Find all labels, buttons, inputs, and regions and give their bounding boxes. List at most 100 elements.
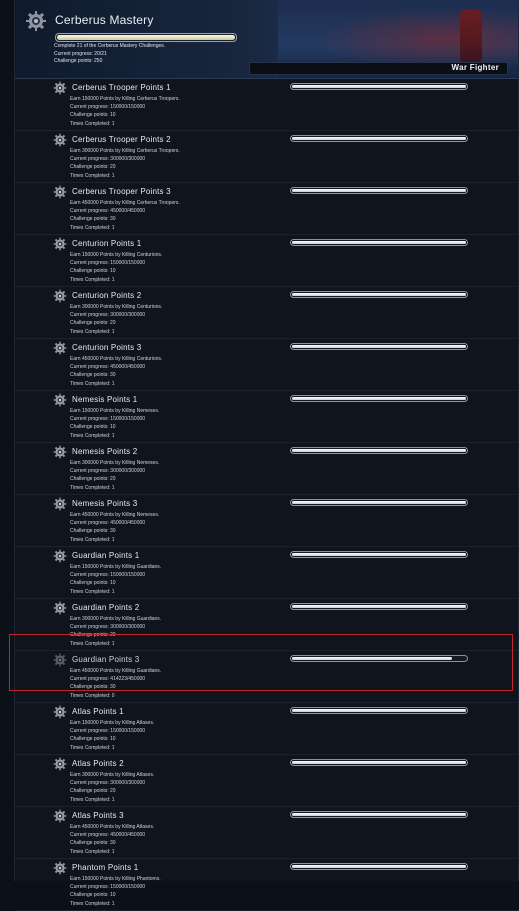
challenge-points: Challenge points: 30 (70, 684, 116, 691)
challenge-row[interactable]: Atlas Points 3 Earn 450000 Points by Kill… (15, 807, 518, 859)
challenge-row[interactable]: Centurion Points 2 Earn 300000 Points by … (15, 287, 518, 339)
challenge-row[interactable]: Atlas Points 1 Earn 150000 Points by Kill… (15, 703, 518, 755)
challenge-points: Challenge points: 10 (70, 580, 116, 587)
challenge-current-progress: Current progress: 450000/450000 (70, 520, 146, 527)
challenge-details: Earn 150000 Points by Killing Atlases. Cu… (70, 719, 154, 752)
challenge-row[interactable]: Guardian Points 3 Earn 450000 Points by K… (15, 651, 518, 703)
gear-badge-icon (53, 653, 67, 667)
challenge-current-progress: Current progress: 300000/300000 (70, 780, 146, 787)
challenge-description: Earn 150000 Points by Killing Cerberus T… (70, 96, 180, 102)
challenge-points: Challenge points: 30 (70, 840, 116, 847)
challenge-description: Earn 300000 Points by Killing Nemeses. (70, 460, 160, 466)
gear-badge-icon (53, 497, 67, 511)
challenge-progress-bar (290, 83, 468, 90)
challenge-times-completed: Times Completed: 0 (70, 692, 115, 699)
challenge-row[interactable]: Guardian Points 2 Earn 300000 Points by K… (15, 599, 518, 651)
challenge-row[interactable]: Cerberus Trooper Points 3 Earn 450000 Poi… (15, 183, 518, 235)
challenge-name: Atlas Points 3 (72, 811, 124, 820)
challenge-row[interactable]: Nemesis Points 2 Earn 300000 Points by Ki… (15, 443, 518, 495)
challenge-times-completed: Times Completed: 1 (70, 484, 115, 491)
challenge-name: Centurion Points 2 (72, 291, 142, 300)
challenge-row[interactable]: Atlas Points 2 Earn 300000 Points by Kill… (15, 755, 518, 807)
challenge-name: Centurion Points 3 (72, 343, 142, 352)
challenge-points: Challenge points: 10 (70, 424, 116, 431)
challenge-points: Challenge points: 10 (70, 892, 116, 899)
challenge-current-progress: Current progress: 300000/300000 (70, 468, 146, 475)
challenge-description: Earn 300000 Points by Killing Cerberus T… (70, 148, 180, 154)
gear-badge-icon (53, 289, 67, 303)
challenge-points: Challenge points: 10 (70, 112, 116, 119)
challenge-current-progress: Current progress: 150000/150000 (70, 104, 146, 111)
challenge-details: Earn 450000 Points by Killing Atlases. Cu… (70, 823, 154, 856)
challenge-description: Earn 450000 Points by Killing Nemeses. (70, 512, 160, 518)
challenge-times-completed: Times Completed: 1 (70, 224, 115, 231)
challenge-points: Challenge points: 20 (70, 632, 116, 639)
challenge-progress-bar (290, 135, 468, 142)
mastery-current-progress: Current progress: 20/21 (54, 50, 107, 57)
challenge-details: Earn 300000 Points by Killing Cerberus T… (70, 147, 180, 180)
mastery-header: Cerberus Mastery Complete 21 of the Cerb… (15, 0, 518, 79)
challenge-times-completed: Times Completed: 1 (70, 328, 115, 335)
challenge-name: Guardian Points 1 (72, 551, 140, 560)
challenge-row[interactable]: Centurion Points 1 Earn 150000 Points by … (15, 235, 518, 287)
challenge-current-progress: Current progress: 300000/300000 (70, 312, 146, 319)
category-tab[interactable]: War Fighter (249, 62, 508, 75)
challenge-times-completed: Times Completed: 1 (70, 796, 115, 803)
challenge-points: Challenge points: 20 (70, 788, 116, 795)
challenge-name: Atlas Points 1 (72, 707, 124, 716)
challenge-details: Earn 150000 Points by Killing Cerberus T… (70, 95, 180, 128)
challenge-progress-bar (290, 499, 468, 506)
challenge-times-completed: Times Completed: 1 (70, 848, 115, 855)
challenge-name: Nemesis Points 1 (72, 395, 138, 404)
challenge-points: Challenge points: 20 (70, 320, 116, 327)
challenge-times-completed: Times Completed: 1 (70, 744, 115, 751)
challenge-row[interactable]: Nemesis Points 1 Earn 150000 Points by Ki… (15, 391, 518, 443)
challenge-points: Challenge points: 10 (70, 736, 116, 743)
challenge-times-completed: Times Completed: 1 (70, 536, 115, 543)
challenge-row[interactable]: Guardian Points 1 Earn 150000 Points by K… (15, 547, 518, 599)
gear-badge-icon (53, 705, 67, 719)
challenge-details: Earn 450000 Points by Killing Guardians.… (70, 667, 161, 700)
challenge-progress-bar (290, 759, 468, 766)
challenge-row[interactable]: Centurion Points 3 Earn 450000 Points by … (15, 339, 518, 391)
category-tab-label: War Fighter (451, 63, 499, 72)
challenge-details: Earn 300000 Points by Killing Centurions… (70, 303, 162, 336)
mastery-progress-bar (55, 33, 237, 42)
challenge-description: Earn 450000 Points by Killing Centurions… (70, 356, 163, 362)
challenge-panel: Cerberus Mastery Complete 21 of the Cerb… (14, 0, 519, 911)
challenge-name: Cerberus Trooper Points 1 (72, 83, 171, 92)
challenge-description: Earn 150000 Points by Killing Guardians. (70, 564, 162, 570)
challenge-times-completed: Times Completed: 1 (70, 640, 115, 647)
gear-badge-icon (53, 393, 67, 407)
challenge-points: Challenge points: 30 (70, 372, 116, 379)
challenge-details: Earn 150000 Points by Killing Centurions… (70, 251, 162, 284)
challenge-points: Challenge points: 30 (70, 528, 116, 535)
page-title: Cerberus Mastery (55, 13, 154, 27)
challenge-details: Earn 300000 Points by Killing Atlases. Cu… (70, 771, 154, 804)
challenge-row[interactable]: Cerberus Trooper Points 2 Earn 300000 Poi… (15, 131, 518, 183)
challenge-list: Cerberus Trooper Points 1 Earn 150000 Poi… (15, 79, 518, 911)
challenge-current-progress: Current progress: 450000/450000 (70, 208, 146, 215)
challenge-row[interactable]: Nemesis Points 3 Earn 450000 Points by Ki… (15, 495, 518, 547)
challenge-description: Earn 150000 Points by Killing Phantoms. (70, 876, 161, 882)
gear-badge-icon (53, 81, 67, 95)
challenge-description: Earn 450000 Points by Killing Atlases. (70, 824, 155, 830)
challenge-progress-bar (290, 343, 468, 350)
challenge-times-completed: Times Completed: 1 (70, 432, 115, 439)
challenge-name: Cerberus Trooper Points 3 (72, 187, 171, 196)
challenge-current-progress: Current progress: 150000/150000 (70, 572, 146, 579)
challenge-times-completed: Times Completed: 1 (70, 588, 115, 595)
gear-badge-icon (53, 861, 67, 875)
challenge-description: Earn 150000 Points by Killing Nemeses. (70, 408, 160, 414)
gear-badge-icon (25, 10, 47, 32)
challenge-points: Challenge points: 20 (70, 476, 116, 483)
challenge-current-progress: Current progress: 300000/300000 (70, 624, 146, 631)
challenge-times-completed: Times Completed: 1 (70, 900, 115, 907)
challenge-row[interactable]: Phantom Points 1 Earn 150000 Points by Ki… (15, 859, 518, 911)
gear-badge-icon (53, 341, 67, 355)
challenge-name: Cerberus Trooper Points 2 (72, 135, 171, 144)
challenge-name: Nemesis Points 2 (72, 447, 138, 456)
challenge-row[interactable]: Cerberus Trooper Points 1 Earn 150000 Poi… (15, 79, 518, 131)
challenge-progress-bar (290, 447, 468, 454)
challenge-description: Earn 300000 Points by Killing Guardians. (70, 616, 162, 622)
